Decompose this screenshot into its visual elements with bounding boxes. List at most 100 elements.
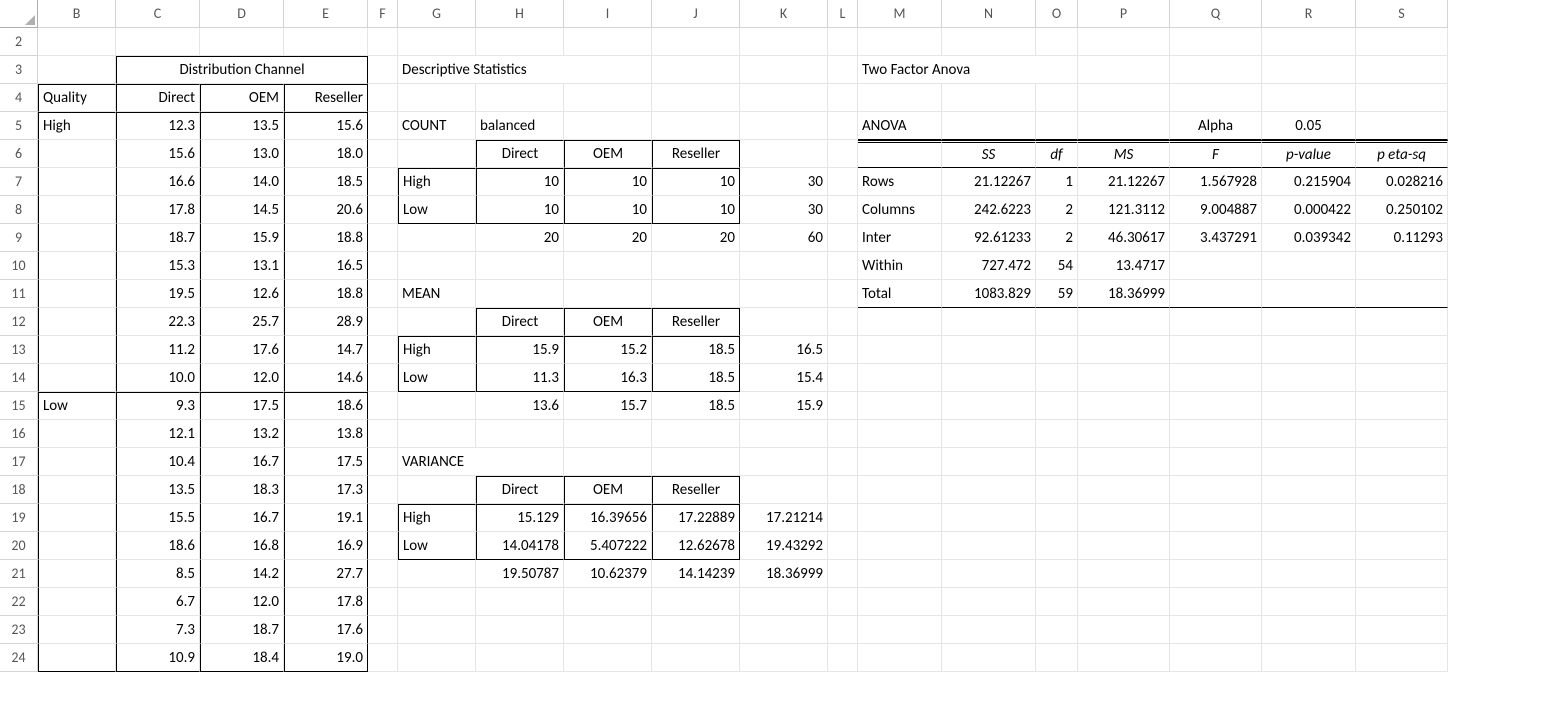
row-header[interactable]: 14 (0, 364, 38, 392)
empty-cell[interactable] (368, 616, 398, 644)
mean-label[interactable]: MEAN (398, 280, 476, 308)
data-cell[interactable]: 12.0 (200, 588, 284, 616)
empty-cell[interactable] (1356, 392, 1448, 420)
empty-cell[interactable] (858, 308, 942, 336)
data-cell[interactable]: 17.5 (200, 392, 284, 420)
row-header[interactable]: 2 (0, 28, 38, 56)
empty-cell[interactable] (116, 28, 200, 56)
empty-cell[interactable] (942, 476, 1036, 504)
empty-cell[interactable] (652, 112, 740, 140)
empty-cell[interactable] (1356, 336, 1448, 364)
anova-eta[interactable] (1356, 252, 1448, 280)
column-header[interactable]: K (740, 0, 828, 28)
column-header[interactable]: L (828, 0, 858, 28)
data-cell[interactable]: 13.5 (200, 112, 284, 140)
column-header[interactable]: M (858, 0, 942, 28)
row-header[interactable]: 23 (0, 616, 38, 644)
empty-cell[interactable] (398, 252, 476, 280)
empty-cell[interactable] (1078, 644, 1170, 672)
count-label[interactable]: COUNT (398, 112, 476, 140)
data-cell[interactable]: 12.1 (116, 420, 200, 448)
data-cell[interactable]: 14.2 (200, 560, 284, 588)
anova-f[interactable]: 3.437291 (1170, 224, 1262, 252)
mean-grand[interactable]: 15.9 (740, 392, 828, 420)
mean-total-cell[interactable]: 15.7 (564, 392, 652, 420)
row-header[interactable]: 21 (0, 560, 38, 588)
mean-cell[interactable]: 18.5 (652, 336, 740, 364)
empty-cell[interactable] (1170, 616, 1262, 644)
empty-cell[interactable] (828, 112, 858, 140)
empty-cell[interactable] (1170, 476, 1262, 504)
anova-row-label[interactable]: Inter (858, 224, 942, 252)
empty-cell[interactable] (368, 504, 398, 532)
empty-cell[interactable] (942, 644, 1036, 672)
empty-cell[interactable] (942, 588, 1036, 616)
anova-ss[interactable]: 1083.829 (942, 280, 1036, 308)
empty-cell[interactable] (858, 476, 942, 504)
row-header[interactable]: 13 (0, 336, 38, 364)
mean-cell[interactable]: 15.2 (564, 336, 652, 364)
empty-cell[interactable] (740, 252, 828, 280)
empty-cell[interactable] (858, 644, 942, 672)
anova-df[interactable]: 1 (1036, 168, 1078, 196)
data-cell[interactable]: 18.8 (284, 224, 368, 252)
data-cell[interactable]: 19.0 (284, 644, 368, 672)
data-cell[interactable]: 10.0 (116, 364, 200, 392)
column-header[interactable]: S (1356, 0, 1448, 28)
row-header[interactable]: 15 (0, 392, 38, 420)
two-factor-anova-header[interactable]: Two Factor Anova (858, 56, 1078, 84)
column-header[interactable]: R (1262, 0, 1356, 28)
mean-margin[interactable]: 16.5 (740, 336, 828, 364)
empty-cell[interactable] (1262, 336, 1356, 364)
anova-col-pvalue[interactable]: p-value (1262, 140, 1356, 168)
empty-cell[interactable] (1356, 364, 1448, 392)
anova-ss[interactable]: 92.61233 (942, 224, 1036, 252)
data-cell[interactable]: 17.6 (284, 616, 368, 644)
mean-cell[interactable]: 16.3 (564, 364, 652, 392)
empty-cell[interactable] (942, 364, 1036, 392)
anova-col-f[interactable]: F (1170, 140, 1262, 168)
empty-cell[interactable] (368, 364, 398, 392)
data-cell[interactable]: 15.6 (116, 140, 200, 168)
anova-row-label[interactable]: Rows (858, 168, 942, 196)
empty-cell[interactable] (828, 504, 858, 532)
count-cell[interactable]: 10 (476, 196, 564, 224)
empty-cell[interactable] (828, 280, 858, 308)
anova-ms[interactable]: 46.30617 (1078, 224, 1170, 252)
anova-f[interactable]: 9.004887 (1170, 196, 1262, 224)
empty-cell[interactable] (1078, 364, 1170, 392)
row-header[interactable]: 6 (0, 140, 38, 168)
anova-ss[interactable]: 21.12267 (942, 168, 1036, 196)
data-cell[interactable]: 15.3 (116, 252, 200, 280)
data-cell[interactable]: 16.9 (284, 532, 368, 560)
empty-cell[interactable] (1036, 420, 1078, 448)
row-header[interactable]: 16 (0, 420, 38, 448)
empty-cell[interactable] (1356, 504, 1448, 532)
empty-cell[interactable] (200, 28, 284, 56)
empty-cell[interactable] (740, 476, 828, 504)
empty-cell[interactable] (1262, 476, 1356, 504)
empty-cell[interactable] (368, 588, 398, 616)
empty-cell[interactable] (284, 28, 368, 56)
count-cell[interactable]: 10 (564, 168, 652, 196)
empty-cell[interactable] (1078, 588, 1170, 616)
mean-col-reseller[interactable]: Reseller (652, 308, 740, 336)
var-row-low[interactable]: Low (398, 532, 476, 560)
column-header[interactable]: C (116, 0, 200, 28)
empty-cell[interactable] (476, 84, 564, 112)
column-header[interactable]: O (1036, 0, 1078, 28)
empty-cell[interactable] (828, 84, 858, 112)
data-cell[interactable]: 15.6 (284, 112, 368, 140)
empty-cell[interactable] (942, 448, 1036, 476)
quality-header[interactable]: Quality (38, 84, 116, 112)
empty-cell[interactable] (1356, 84, 1448, 112)
empty-cell[interactable] (398, 588, 476, 616)
quality-low[interactable]: Low (38, 392, 116, 420)
descriptive-statistics-header[interactable]: Descriptive Statistics (398, 56, 652, 84)
empty-cell[interactable] (398, 84, 476, 112)
empty-cell[interactable] (1262, 532, 1356, 560)
empty-cell[interactable] (1170, 56, 1262, 84)
empty-cell[interactable] (1036, 448, 1078, 476)
empty-cell[interactable] (1170, 504, 1262, 532)
empty-cell[interactable] (564, 280, 652, 308)
